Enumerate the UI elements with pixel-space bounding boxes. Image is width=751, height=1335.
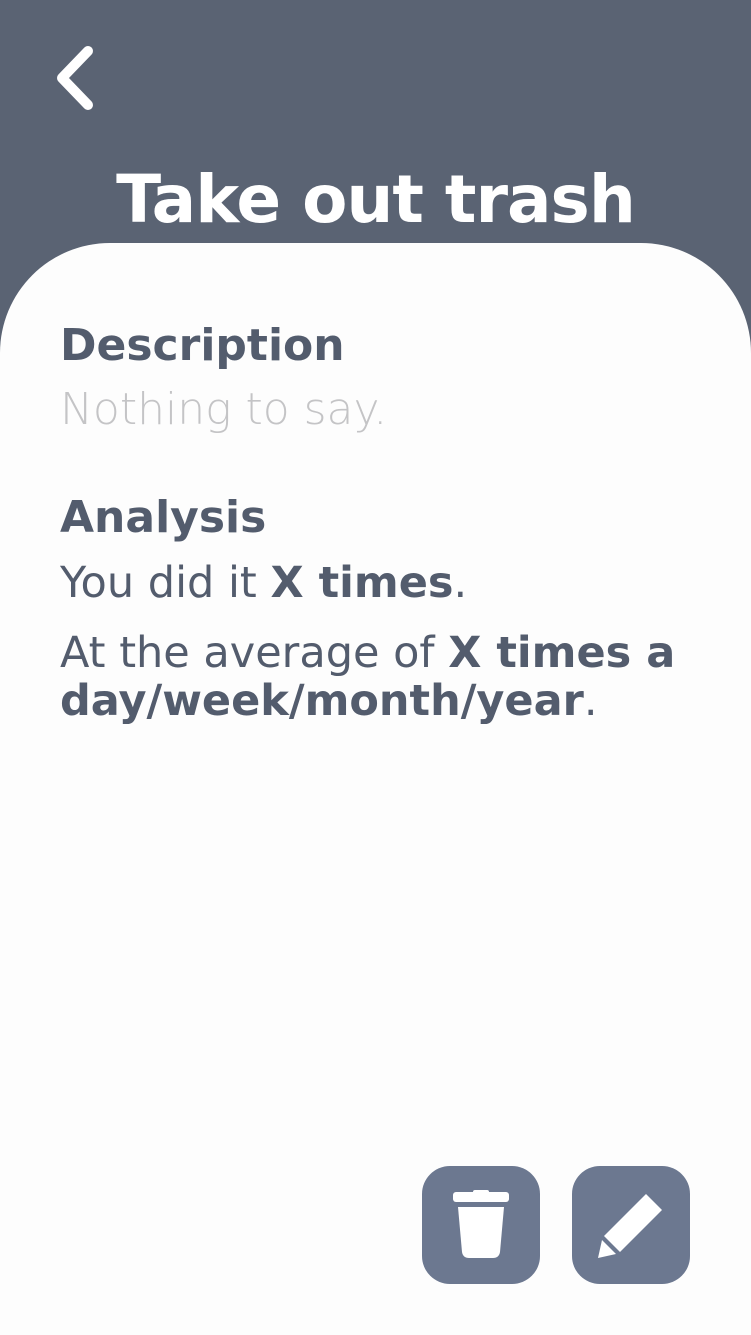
detail-card: Description Nothing to say. Analysis You… bbox=[0, 243, 751, 1335]
delete-button[interactable] bbox=[422, 1166, 540, 1284]
pencil-icon bbox=[598, 1194, 662, 1258]
back-button[interactable] bbox=[40, 36, 110, 120]
count-suffix: . bbox=[453, 558, 468, 608]
trash-icon bbox=[453, 1190, 509, 1258]
chevron-left-icon bbox=[57, 46, 93, 110]
description-text: Nothing to say. bbox=[60, 384, 388, 435]
page-title: Take out trash bbox=[116, 161, 636, 238]
edit-button[interactable] bbox=[572, 1166, 690, 1284]
analysis-average-line: At the average of X times a day/week/mon… bbox=[60, 629, 700, 725]
count-value: X times bbox=[270, 558, 454, 608]
analysis-count-line: You did it X times. bbox=[60, 559, 700, 607]
description-heading: Description bbox=[60, 320, 345, 371]
analysis-heading: Analysis bbox=[60, 492, 267, 543]
average-prefix: At the average of bbox=[60, 628, 449, 678]
count-prefix: You did it bbox=[60, 558, 271, 608]
average-suffix: . bbox=[583, 676, 598, 726]
